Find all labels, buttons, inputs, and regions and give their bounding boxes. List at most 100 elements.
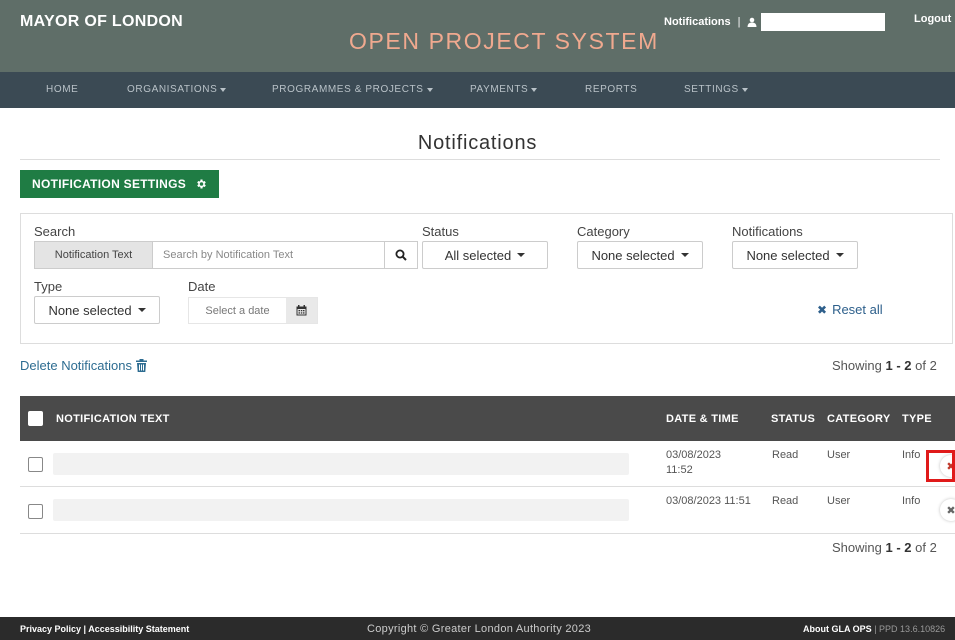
row-category: User <box>827 449 851 461</box>
type-label: Type <box>34 279 63 294</box>
search-button[interactable] <box>384 242 417 268</box>
caret-down-icon <box>680 253 689 257</box>
search-icon <box>395 249 407 261</box>
nav-item-programmes-projects[interactable]: PROGRAMMES & PROJECTS <box>272 84 433 95</box>
showing-of: of <box>915 358 926 373</box>
select-all-checkbox[interactable] <box>28 411 43 426</box>
delete-row-button[interactable]: ✖ <box>940 499 955 521</box>
caret-down-icon <box>531 87 538 92</box>
main-nav: HOME ORGANISATIONS PROGRAMMES & PROJECTS… <box>0 72 955 108</box>
page-title: Notifications <box>417 132 538 154</box>
brand-logo-text[interactable]: MAYOR OF LONDON <box>20 13 183 31</box>
caret-down-icon <box>741 87 748 92</box>
calendar-button[interactable] <box>286 298 317 323</box>
row-status: Read <box>772 495 799 507</box>
showing-of: of <box>915 540 926 555</box>
user-name-redacted[interactable] <box>761 13 886 31</box>
caret-down-icon <box>220 87 227 92</box>
gear-icon <box>197 179 206 189</box>
calendar-icon <box>296 305 307 316</box>
column-notification-text[interactable]: NOTIFICATION TEXT <box>56 413 170 425</box>
search-label: Search <box>34 224 76 239</box>
notifications-link[interactable]: Notifications <box>664 16 731 28</box>
notification-text-redacted <box>53 499 629 521</box>
notification-settings-button[interactable]: NOTIFICATION SETTINGS <box>20 170 219 198</box>
row-date: 03/08/2023 <box>666 449 722 461</box>
table-header: NOTIFICATION TEXT DATE & TIME STATUS CAT… <box>20 396 955 441</box>
notification-settings-label: NOTIFICATION SETTINGS <box>32 177 187 191</box>
nav-item-payments[interactable]: PAYMENTS <box>470 84 538 95</box>
title-divider <box>20 159 940 160</box>
table-row[interactable]: 03/08/2023 11:51 Read User Info <box>20 487 955 534</box>
status-label: Status <box>422 224 459 239</box>
footer-version: PPD 13.6.10826 <box>879 624 946 634</box>
caret-down-icon <box>517 253 526 257</box>
system-title: OPEN PROJECT SYSTEM <box>349 28 659 54</box>
footer-about: About GLA OPS | PPD 13.6.10826 <box>803 624 945 634</box>
table-row[interactable]: 03/08/2023 11:52 Read User Info <box>20 441 955 487</box>
showing-total: 2 <box>929 358 937 373</box>
about-gla-ops-link[interactable]: About GLA OPS <box>803 624 872 634</box>
row-date-time: 03/08/2023 11:51 <box>666 495 751 507</box>
column-category[interactable]: CATEGORY <box>827 413 891 425</box>
showing-count-bottom: Showing 1 - 2 of 2 <box>832 540 937 555</box>
column-type[interactable]: TYPE <box>902 413 932 425</box>
caret-down-icon <box>137 308 146 312</box>
status-dropdown[interactable]: All selected <box>422 241 548 269</box>
type-dropdown[interactable]: None selected <box>34 296 160 324</box>
column-status[interactable]: STATUS <box>771 413 815 425</box>
nav-item-label: REPORTS <box>585 84 638 95</box>
search-field-selector[interactable]: Notification Text <box>35 242 153 268</box>
nav-item-label: PROGRAMMES & PROJECTS <box>272 84 424 95</box>
header-separator: | <box>737 16 741 28</box>
logout-link[interactable]: Logout <box>914 13 951 25</box>
nav-item-label: PAYMENTS <box>470 84 529 95</box>
date-label: Date <box>188 279 216 294</box>
row-checkbox[interactable] <box>28 457 43 472</box>
close-icon: ✖ <box>946 504 955 517</box>
row-category: User <box>827 495 851 507</box>
notifications-dropdown[interactable]: None selected <box>732 241 858 269</box>
trash-icon <box>136 359 147 372</box>
row-status: Read <box>772 449 799 461</box>
status-value: All selected <box>444 247 512 263</box>
user-icon <box>747 17 757 27</box>
header-user-area: Notifications | <box>664 13 886 31</box>
page: MAYOR OF LONDON OPEN PROJECT SYSTEM Noti… <box>0 0 955 640</box>
nav-item-label: SETTINGS <box>684 84 739 95</box>
showing-prefix: Showing <box>832 540 882 555</box>
nav-item-label: HOME <box>46 84 79 95</box>
nav-item-home[interactable]: HOME <box>46 84 78 95</box>
notifications-value: None selected <box>746 247 830 263</box>
row-checkbox[interactable] <box>28 504 43 519</box>
footer-copyright: Copyright © Greater London Authority 202… <box>367 623 592 635</box>
category-dropdown[interactable]: None selected <box>577 241 703 269</box>
filter-panel: Search Notification Text Status All sele… <box>20 213 953 344</box>
notifications-label: Notifications <box>732 224 803 239</box>
delete-notifications-link[interactable]: Delete Notifications <box>20 358 147 373</box>
column-date-time[interactable]: DATE & TIME <box>666 413 739 425</box>
nav-item-organisations[interactable]: ORGANISATIONS <box>127 84 227 95</box>
type-value: None selected <box>48 302 132 318</box>
caret-down-icon <box>835 253 844 257</box>
showing-total: 2 <box>929 540 937 555</box>
category-value: None selected <box>591 247 675 263</box>
row-type: Info <box>902 449 921 461</box>
nav-item-settings[interactable]: SETTINGS <box>684 84 748 95</box>
footer-links[interactable]: Privacy Policy | Accessibility Statement <box>20 624 189 634</box>
reset-all-link[interactable]: ✖ Reset all <box>817 302 883 317</box>
showing-prefix: Showing <box>832 358 882 373</box>
nav-item-reports[interactable]: REPORTS <box>585 84 637 95</box>
notification-text-redacted <box>53 453 629 475</box>
row-time: 11:52 <box>666 464 693 476</box>
nav-item-label: ORGANISATIONS <box>127 84 218 95</box>
delete-notifications-label: Delete Notifications <box>20 358 132 373</box>
search-input[interactable] <box>153 242 384 268</box>
footer-separator: | <box>874 624 877 634</box>
footer: Privacy Policy | Accessibility Statement… <box>0 617 955 640</box>
caret-down-icon <box>426 87 433 92</box>
close-icon: ✖ <box>817 302 828 317</box>
date-input[interactable]: Select a date <box>189 298 286 323</box>
showing-range: 1 - 2 <box>885 540 912 555</box>
row-type: Info <box>902 495 921 507</box>
